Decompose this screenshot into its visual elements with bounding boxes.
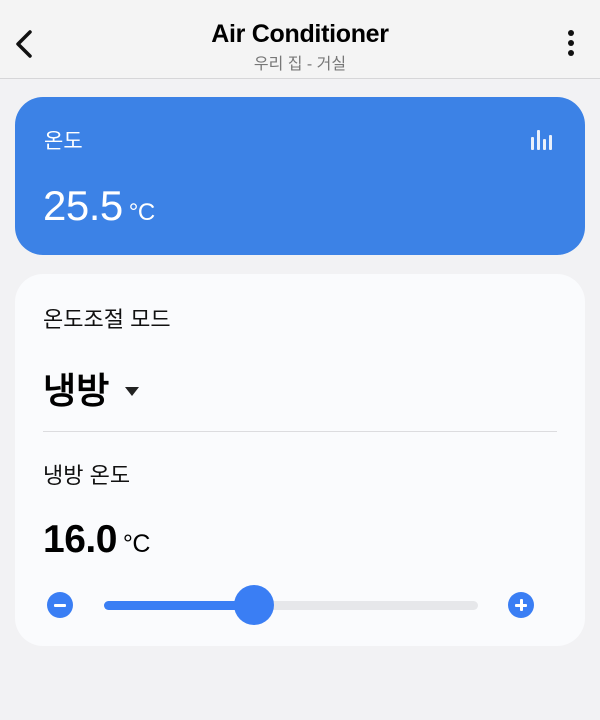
decrease-button[interactable] <box>47 592 73 618</box>
temperature-label: 온도 <box>44 130 83 153</box>
temperature-unit: °C <box>128 199 155 226</box>
setpoint-value: 16.0 <box>43 518 117 561</box>
page-subtitle: 우리 집 - 거실 <box>253 56 347 73</box>
slider-fill <box>104 601 254 610</box>
page-title: Air Conditioner <box>211 20 389 48</box>
temperature-card[interactable]: 온도 25.5 °C <box>15 97 585 255</box>
caret-down-icon <box>125 386 140 396</box>
setpoint-label: 냉방 온도 <box>43 463 131 488</box>
setpoint-unit: °C <box>122 530 151 558</box>
mode-dropdown[interactable]: 냉방 <box>43 362 140 414</box>
slider-thumb[interactable] <box>233 585 274 625</box>
increase-button[interactable] <box>508 592 534 618</box>
setpoint-slider[interactable] <box>104 585 478 625</box>
setpoint-reading: 16.0 °C <box>43 518 150 562</box>
more-vertical-icon <box>566 30 576 56</box>
mode-value: 냉방 <box>43 370 110 411</box>
app-header: Air Conditioner 우리 집 - 거실 <box>0 0 600 79</box>
more-options-button[interactable] <box>566 30 576 62</box>
mode-label: 온도조절 모드 <box>43 307 171 332</box>
temperature-value: 25.5 <box>43 182 123 229</box>
control-card: 온도조절 모드 냉방 냉방 온도 16.0 °C <box>15 274 585 646</box>
bar-chart-icon[interactable] <box>531 130 553 150</box>
temperature-reading: 25.5 °C <box>43 182 155 230</box>
divider <box>43 431 557 432</box>
